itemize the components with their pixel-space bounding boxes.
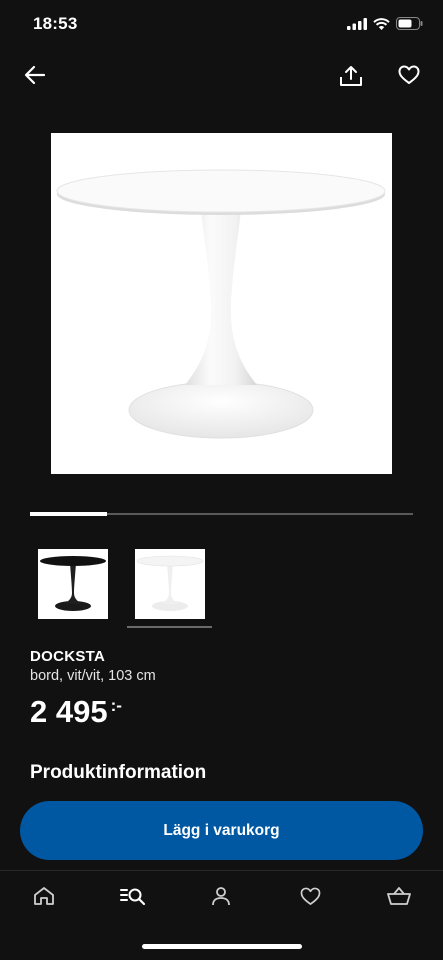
share-icon (340, 66, 362, 86)
thumbnail-white[interactable] (135, 549, 205, 619)
home-indicator (142, 944, 302, 949)
white-table-icon (56, 169, 386, 439)
favorite-button[interactable] (395, 61, 423, 89)
person-icon (212, 887, 231, 906)
product-price: 2 495 :- (30, 694, 122, 730)
thumbnail-selected-indicator (127, 626, 212, 628)
wifi-icon (373, 17, 390, 30)
tab-favorites[interactable] (285, 878, 335, 914)
battery-icon (396, 17, 423, 30)
thumbnail-black[interactable] (38, 549, 108, 619)
price-value: 2 495 (30, 694, 108, 729)
price-suffix: :- (110, 696, 122, 715)
share-button[interactable] (337, 62, 365, 90)
status-icons (347, 17, 423, 30)
add-to-cart-label: Lägg i varukorg (163, 821, 280, 839)
section-title-product-info[interactable]: Produktinformation (30, 762, 206, 784)
back-button[interactable] (22, 62, 48, 88)
tabbar (0, 878, 443, 914)
product-image[interactable] (51, 133, 392, 474)
gallery-progress (30, 512, 413, 516)
tabbar-divider (0, 870, 443, 871)
arrow-left-icon (24, 65, 46, 85)
add-to-cart-button[interactable]: Lägg i varukorg (20, 801, 423, 860)
product-name: DOCKSTA (30, 648, 106, 665)
black-table-icon (40, 556, 106, 611)
basket-icon (386, 887, 411, 905)
search-list-icon (119, 888, 145, 906)
tab-search[interactable] (108, 878, 158, 914)
heart-icon (300, 887, 320, 905)
tab-home[interactable] (19, 878, 69, 914)
status-time: 18:53 (33, 14, 78, 33)
white-table-icon (136, 555, 204, 611)
tab-profile[interactable] (196, 878, 246, 914)
signal-icon (347, 17, 367, 30)
product-description: bord, vit/vit, 103 cm (30, 668, 156, 684)
tab-cart[interactable] (374, 878, 424, 914)
home-icon (34, 887, 55, 905)
heart-icon (398, 65, 420, 84)
gallery-progress-fill (30, 512, 107, 516)
